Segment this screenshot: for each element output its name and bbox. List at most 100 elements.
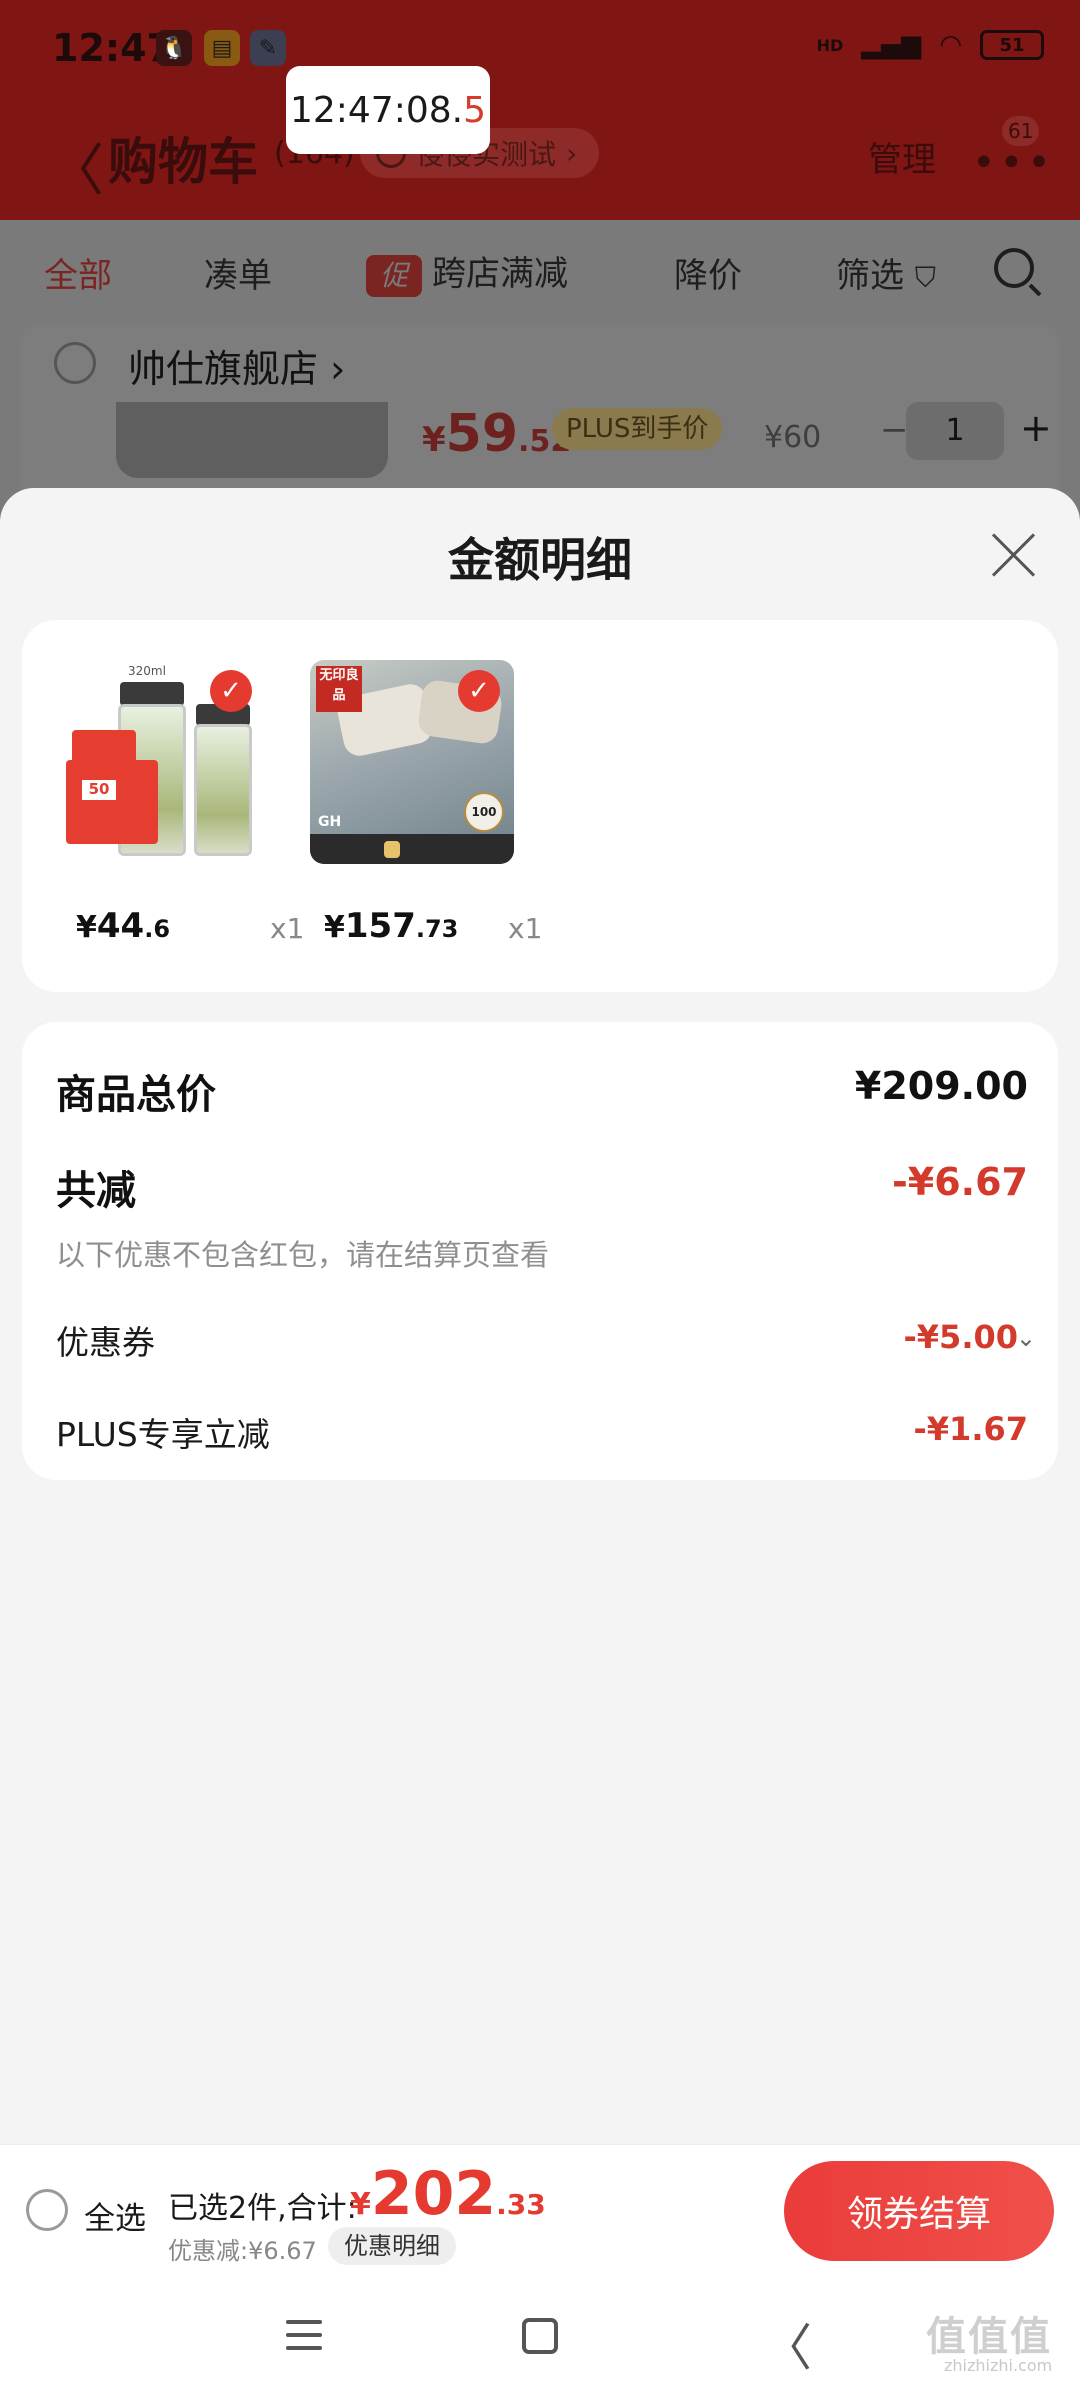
filter-bar: 全部 凑单 促跨店满减 降价 筛选 ⛉ bbox=[0, 220, 1080, 324]
chevron-right-icon: › bbox=[330, 347, 346, 391]
cart-header: 〈 购物车 (164) 侵侵实测试 › 管理 ••• 61 bbox=[0, 100, 1080, 220]
original-price: ¥60 bbox=[764, 420, 822, 455]
price-yen: ¥ bbox=[76, 910, 97, 945]
discount-detail-button[interactable]: 优惠明细 bbox=[328, 2227, 456, 2265]
total-reduction-value: -¥6.67 bbox=[892, 1160, 1028, 1204]
qq-icon: 🐧 bbox=[156, 30, 192, 66]
product-quantity: x1 bbox=[270, 912, 305, 945]
sheet-title: 金额明细 bbox=[448, 533, 632, 587]
tab-filter[interactable]: 筛选 ⛉ bbox=[836, 248, 936, 297]
chevron-down-icon[interactable]: ⌄ bbox=[1016, 1324, 1036, 1352]
filter-icon: ⛉ bbox=[914, 261, 936, 294]
signal-icon: ▂▄▆ bbox=[861, 30, 922, 60]
timestamp-main: 12:47:08. bbox=[289, 89, 464, 131]
watermark-url: zhizhizhi.com bbox=[944, 2356, 1053, 2375]
total-price-value: ¥209.00 bbox=[854, 1064, 1028, 1108]
product-image-bedding: 无印良品 GH 100 ✓ bbox=[310, 660, 514, 864]
select-all-label[interactable]: 全选 bbox=[84, 2193, 146, 2238]
tools-icon: ✎ bbox=[250, 30, 286, 66]
price-int: 59 bbox=[445, 404, 519, 464]
quantity-decrease-button[interactable]: − bbox=[880, 410, 909, 450]
quantity-input[interactable]: 1 bbox=[906, 402, 1004, 460]
timestamp-highlight: 5 bbox=[463, 89, 487, 131]
battery-icon: 51 bbox=[980, 30, 1044, 60]
plus-discount-label: PLUS专享立减 bbox=[56, 1415, 270, 1454]
checked-icon: ✓ bbox=[458, 670, 500, 712]
chevron-right-icon: › bbox=[566, 136, 578, 170]
back-icon[interactable]: 〈 bbox=[762, 2308, 812, 2380]
discount-summary: 优惠减:¥6.67 bbox=[168, 2237, 317, 2265]
product-thumbnail[interactable] bbox=[116, 402, 388, 478]
price-dec: .33 bbox=[496, 2188, 546, 2221]
price-int: 44 bbox=[96, 906, 145, 946]
price-yen: ¥ bbox=[350, 2187, 371, 2222]
checked-icon: ✓ bbox=[210, 670, 252, 712]
product-price: ¥44.6 bbox=[76, 906, 170, 946]
more-menu-button[interactable]: ••• bbox=[972, 140, 1055, 186]
close-icon[interactable] bbox=[990, 530, 1038, 578]
tab-all[interactable]: 全部 bbox=[44, 248, 112, 297]
timestamp-overlay: 12:47:08. 5 bbox=[286, 66, 490, 154]
brand-mark: GH bbox=[318, 814, 342, 830]
status-time: 12:47 bbox=[52, 26, 173, 70]
search-icon[interactable] bbox=[994, 248, 1034, 288]
page-title: 购物车 bbox=[108, 133, 258, 191]
promo-badge: 促 bbox=[366, 254, 422, 297]
product-quantity: x1 bbox=[508, 912, 543, 945]
total-reduction-label: 共减 bbox=[56, 1168, 136, 1214]
reduction-note: 以下优惠不包含红包，请在结算页查看 bbox=[56, 1238, 550, 1272]
home-icon[interactable] bbox=[522, 2318, 558, 2354]
image-banner-text bbox=[384, 841, 400, 858]
tab-cross-store-discount[interactable]: 促跨店满减 bbox=[366, 246, 568, 297]
tab-filter-label: 筛选 bbox=[836, 256, 904, 296]
promo-card bbox=[66, 760, 158, 844]
price-yen: ¥ bbox=[422, 420, 446, 460]
quality-seal: 100 bbox=[464, 792, 504, 832]
status-bar: 12:47 🐧 ▤ ✎ HD ▂▄▆ ◠ 51 bbox=[0, 0, 1080, 100]
store-select-radio[interactable] bbox=[54, 342, 96, 384]
quantity-increase-button[interactable]: + bbox=[1020, 406, 1052, 450]
system-nav-bar: 〈 值值值 zhizhizhi.com bbox=[0, 2274, 1080, 2400]
selected-summary: 已选2件,合计: bbox=[168, 2191, 357, 2226]
wifi-icon: ◠ bbox=[939, 30, 962, 60]
price-int: 157 bbox=[344, 906, 416, 946]
recent-apps-icon[interactable] bbox=[286, 2320, 322, 2350]
select-all-radio[interactable] bbox=[26, 2189, 68, 2231]
tab-cross-store-label: 跨店满减 bbox=[432, 254, 568, 294]
watermark-logo: 值值值 bbox=[926, 2314, 1052, 2360]
network-label: HD bbox=[816, 35, 844, 55]
product-item[interactable]: 320ml 50 ✓ ¥44.6 x1 bbox=[62, 660, 304, 946]
item-price: ¥59.52 bbox=[422, 404, 571, 464]
tab-combine-order[interactable]: 凑单 bbox=[204, 248, 272, 297]
manage-button[interactable]: 管理 bbox=[868, 132, 936, 181]
brand-logo: 无印良品 bbox=[316, 666, 362, 712]
tab-price-drop[interactable]: 降价 bbox=[674, 248, 742, 297]
amount-detail-sheet: 金额明细 320ml 50 ✓ ¥44.6 x1 无印良品 GH 100 ✓ ¥… bbox=[0, 488, 1080, 2144]
checkout-bar: 全选 已选2件,合计: ¥202.33 优惠减:¥6.67 优惠明细 领券结算 bbox=[0, 2144, 1080, 2274]
selected-products-card: 320ml 50 ✓ ¥44.6 x1 无印良品 GH 100 ✓ ¥157.7… bbox=[22, 620, 1058, 992]
coupon-label: 优惠券 bbox=[56, 1323, 155, 1362]
price-yen: ¥ bbox=[324, 910, 345, 945]
notes-icon: ▤ bbox=[204, 30, 240, 66]
message-badge: 61 bbox=[1002, 116, 1040, 146]
checkout-button[interactable]: 领券结算 bbox=[784, 2161, 1054, 2261]
plus-price-tag: PLUS到手价 bbox=[552, 408, 723, 450]
price-summary-card: 商品总价 ¥209.00 共减 -¥6.67 以下优惠不包含红包，请在结算页查看… bbox=[22, 1022, 1058, 1480]
image-banner bbox=[310, 834, 514, 864]
bottle-cap bbox=[120, 682, 184, 706]
price-int: 202 bbox=[370, 2159, 497, 2229]
coupon-value[interactable]: -¥5.00 bbox=[904, 1318, 1019, 1356]
checkout-total: ¥202.33 bbox=[350, 2159, 546, 2229]
store-name[interactable]: 帅仕旗舰店 › bbox=[128, 338, 345, 393]
price-dec: .73 bbox=[415, 915, 459, 943]
price-dec: .6 bbox=[144, 915, 171, 943]
product-item[interactable]: 无印良品 GH 100 ✓ ¥157.73 x1 bbox=[310, 660, 542, 946]
plus-discount-value: -¥1.67 bbox=[913, 1410, 1029, 1448]
status-right: HD ▂▄▆ ◠ 51 bbox=[817, 30, 1044, 60]
capacity-label: 320ml bbox=[128, 664, 166, 678]
total-price-label: 商品总价 bbox=[56, 1072, 216, 1118]
promo-number: 50 bbox=[82, 780, 116, 800]
back-button[interactable]: 〈 bbox=[48, 126, 104, 207]
bottle bbox=[194, 724, 252, 856]
product-image-thermos: 320ml 50 ✓ bbox=[62, 660, 266, 864]
